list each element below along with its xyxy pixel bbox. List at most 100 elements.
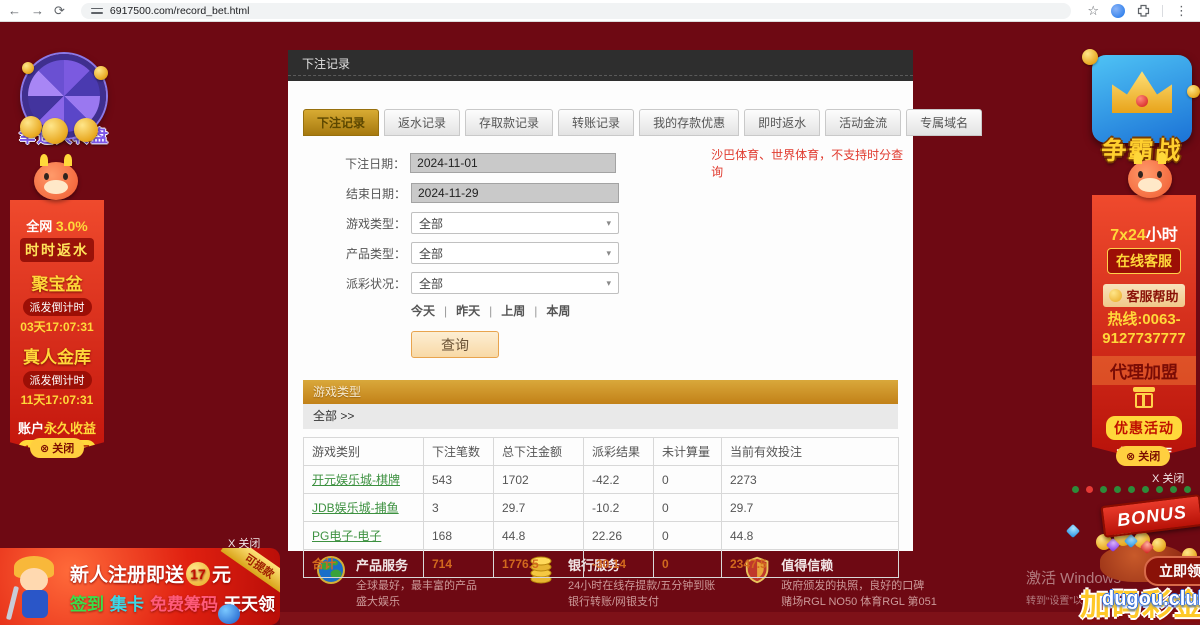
table-total-row: 合计 714 1776.5 -30.14 0 2347.5 (304, 550, 899, 578)
left-banner-close-button[interactable]: ⊗ 关闭 (30, 438, 84, 458)
payout-status-select[interactable]: 全部 ▾ (411, 272, 619, 294)
online-service-label: 在线客服 (1107, 248, 1181, 274)
carousel-dot[interactable] (1072, 486, 1079, 493)
tab-instant-rebate[interactable]: 即时返水 (744, 109, 820, 136)
total-amount: 1776.5 (494, 550, 584, 578)
panel-title: 下注记录 (288, 50, 913, 75)
forward-icon[interactable]: → (31, 0, 44, 22)
tab-bar: 下注记录 返水记录 存取款记录 转账记录 我的存款优惠 即时返水 活动金流 专属… (288, 81, 913, 136)
end-date-label: 结束日期： (328, 185, 406, 202)
battle-tile-graphic (1092, 55, 1192, 143)
page-background: 下注记录 下注记录 返水记录 存取款记录 转账记录 我的存款优惠 即时返水 活动… (0, 22, 1200, 625)
url-text: 6917500.com/record_bet.html (110, 5, 250, 17)
service-help-label: 客服帮助 (1103, 284, 1184, 307)
table-row: 开元娱乐城-棋牌 543 1702 -42.2 0 2273 (304, 466, 899, 494)
search-button[interactable]: 查询 (411, 331, 499, 358)
coin-icon (94, 66, 108, 80)
carousel-dot[interactable] (1100, 486, 1107, 493)
game-type-select[interactable]: 全部 ▾ (411, 212, 619, 234)
dragon-mascot (34, 162, 78, 200)
bonus-close[interactable]: X 关闭 (1152, 470, 1184, 486)
quick-link-yesterday[interactable]: 昨天 (456, 302, 480, 319)
chevron-down-icon: ▾ (606, 218, 611, 229)
total-uncounted: 0 (654, 550, 722, 578)
coin-icon (1082, 49, 1098, 65)
all-filter-link[interactable]: 全部 >> (303, 404, 898, 429)
agent-join-label: 代理加盟 (1092, 356, 1196, 385)
menu-icon[interactable]: ⋮ (1175, 0, 1188, 22)
cell-valid: 44.8 (722, 522, 899, 550)
gift-icon (1135, 393, 1153, 408)
quick-link-last-week[interactable]: 上周 (501, 302, 525, 319)
table-header-row: 游戏类别 下注笔数 总下注金额 派彩结果 未计算量 当前有效投注 (304, 438, 899, 466)
cell-valid: 29.7 (722, 494, 899, 522)
live-vault-title: 真人金库 (10, 343, 104, 368)
extensions-puzzle-icon[interactable] (1137, 4, 1150, 17)
carousel-dot[interactable] (1156, 486, 1163, 493)
product-type-value: 全部 (419, 245, 443, 262)
battle-event-promo[interactable]: 争霸战 (1086, 55, 1198, 167)
game-type-label: 游戏类型： (328, 215, 406, 232)
sports-note: 沙巴体育、世界体育，不支持时分查询 (711, 146, 913, 180)
end-date-input[interactable] (411, 183, 619, 203)
bet-record-panel: 下注记录 下注记录 返水记录 存取款记录 转账记录 我的存款优惠 即时返水 活动… (288, 50, 913, 551)
cell-amount: 44.8 (494, 522, 584, 550)
carousel-dot[interactable] (1142, 486, 1149, 493)
table-row: JDB娱乐城-捕鱼 3 29.7 -10.2 0 29.7 (304, 494, 899, 522)
url-bar[interactable]: 6917500.com/record_bet.html (81, 3, 1071, 19)
extension-globe-icon[interactable] (1111, 4, 1125, 18)
right-banner-close-button[interactable]: ⊗ 关闭 (1116, 446, 1170, 466)
tab-activity-flow[interactable]: 活动金流 (825, 109, 901, 136)
carousel-dot[interactable] (1086, 486, 1093, 493)
cell-payout: 22.26 (584, 522, 654, 550)
blue-ball-decor (218, 604, 240, 624)
left-promo-close[interactable]: X 关闭 (228, 535, 260, 551)
payout-status-value: 全部 (419, 275, 443, 292)
tab-transfer-records[interactable]: 转账记录 (558, 109, 634, 136)
carousel-dot[interactable] (1170, 486, 1177, 493)
game-type-section-header: 游戏类型 (303, 380, 898, 404)
cell-bets: 3 (424, 494, 494, 522)
network-rebate-line: 全网 3.0% (10, 216, 104, 235)
cell-amount: 29.7 (494, 494, 584, 522)
quick-link-today[interactable]: 今天 (411, 302, 435, 319)
site-watermark: dugou.club (1102, 588, 1200, 611)
coin-icon (22, 62, 34, 74)
countdown-label: 派发倒计时 (23, 371, 92, 389)
reload-icon[interactable]: ⟳ (54, 0, 65, 22)
customer-service-banner[interactable]: 7x24小时 在线客服 客服帮助 热线:0063- 9127737777 代理加… (1092, 195, 1196, 460)
account-benefit-line: 账户永久收益 (10, 418, 104, 437)
claim-now-button[interactable]: 立即领取 (1144, 556, 1200, 586)
countdown-label: 派发倒计时 (23, 298, 92, 316)
game-link[interactable]: JDB娱乐城-捕鱼 (312, 501, 399, 515)
total-payout: -30.14 (584, 550, 654, 578)
site-info-icon[interactable] (91, 7, 103, 15)
game-link[interactable]: 开元娱乐城-棋牌 (312, 473, 400, 487)
lucky-wheel-promo[interactable]: 幸运大转盘 (8, 54, 120, 166)
tab-deposit-promo[interactable]: 我的存款优惠 (639, 109, 739, 136)
wheel-graphic (22, 54, 106, 138)
col-game-category: 游戏类别 (304, 438, 424, 466)
footer-line: 24小时在线存提款/五分钟到账 (568, 578, 715, 594)
carousel-dot[interactable] (1184, 486, 1191, 493)
hero-character (8, 556, 66, 625)
game-link[interactable]: PG电子-电子 (312, 529, 381, 543)
back-icon[interactable]: ← (8, 0, 21, 22)
tab-bet-records[interactable]: 下注记录 (303, 109, 379, 136)
cell-uncounted: 0 (654, 494, 722, 522)
new-user-promo-banner[interactable]: 可提款 新人注册即送 17 元 签到 集卡 免费筹码 天天领 (0, 548, 280, 625)
prize-amount: 2024888元 (10, 461, 104, 485)
bookmark-star-icon[interactable]: ☆ (1087, 3, 1099, 19)
service-hours: 7x24小时 (1092, 221, 1196, 245)
footer-line: 盛大娱乐 (356, 594, 477, 610)
carousel-dot[interactable] (1128, 486, 1135, 493)
tab-deposit-withdraw-records[interactable]: 存取款记录 (465, 109, 553, 136)
product-type-select[interactable]: 全部 ▾ (411, 242, 619, 264)
tab-exclusive-domain[interactable]: 专属域名 (906, 109, 982, 136)
rebate-banner[interactable]: 全网 3.0% 时时返水 聚宝盆 派发倒计时 03天17:07:31 真人金库 … (10, 200, 104, 455)
carousel-dot[interactable] (1114, 486, 1121, 493)
quick-link-this-week[interactable]: 本周 (546, 302, 570, 319)
tab-rebate-records[interactable]: 返水记录 (384, 109, 460, 136)
start-date-input[interactable] (410, 153, 616, 173)
product-type-label: 产品类型： (328, 245, 406, 262)
